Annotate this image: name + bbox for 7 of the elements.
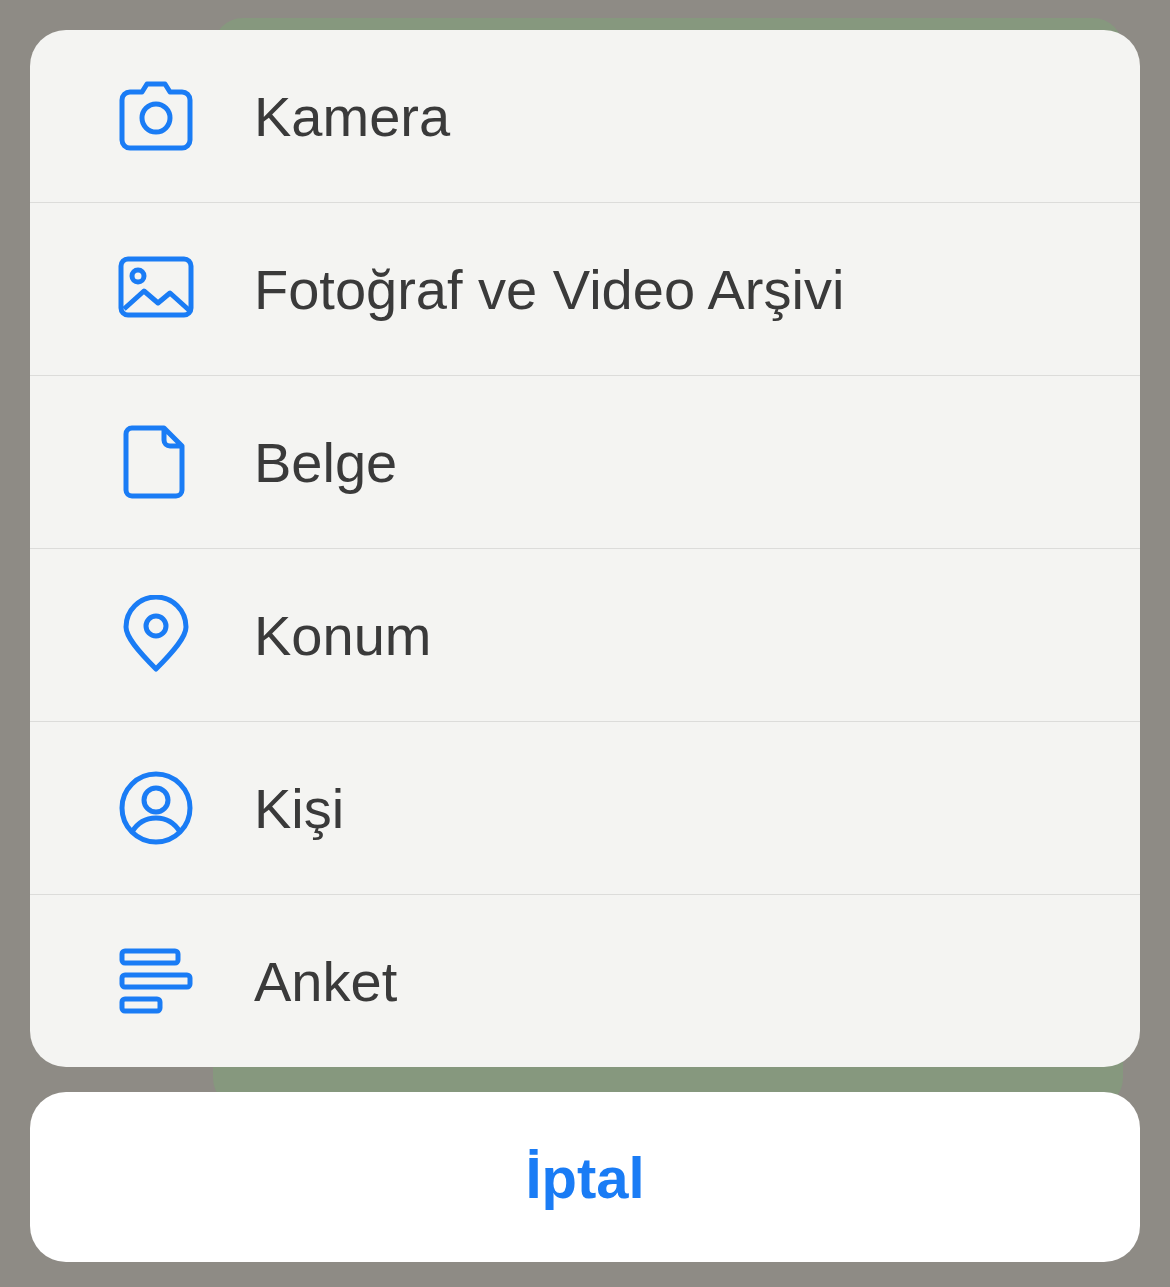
menu-item[interactable]: Konum bbox=[30, 548, 1140, 721]
menu-item[interactable]: Belge bbox=[30, 375, 1140, 548]
menu-item[interactable]: Anket bbox=[30, 894, 1140, 1067]
menu-item[interactable]: Fotoğraf ve Video Arşivi bbox=[30, 202, 1140, 375]
menu-item[interactable]: Kişi bbox=[30, 721, 1140, 894]
menu-item[interactable]: Kamera bbox=[30, 30, 1140, 202]
cancel-button[interactable]: İptal bbox=[30, 1092, 1140, 1262]
